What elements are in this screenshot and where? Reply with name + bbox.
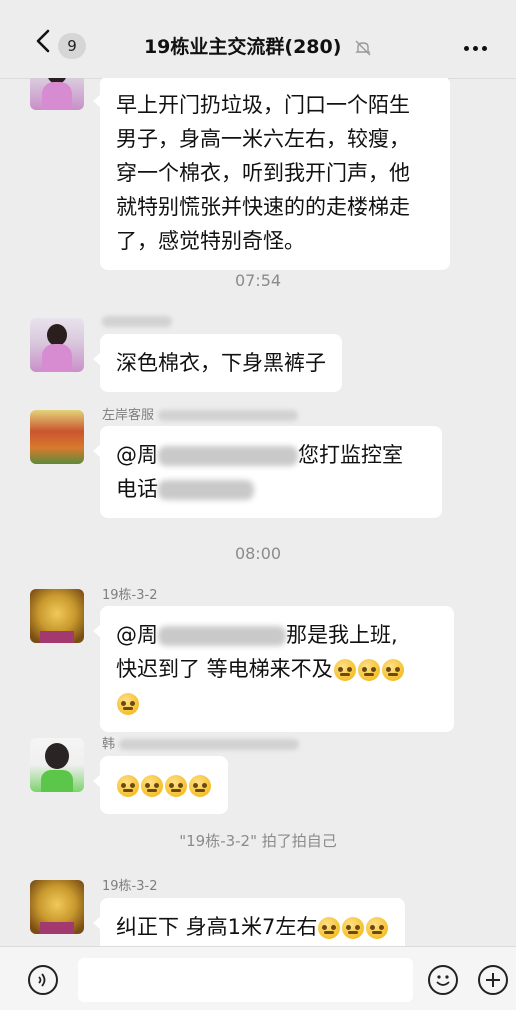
avatar[interactable] (30, 738, 84, 792)
sender-name: 左岸客服 (102, 404, 299, 423)
message-line: @周 那是我上班, (116, 618, 438, 652)
blurred-name (119, 739, 300, 750)
blurred-name (102, 316, 172, 327)
voice-button[interactable] (28, 965, 58, 995)
message-bubble[interactable]: 早上开门扔垃圾，门口一个陌生 男子，身高一米六左右，较瘦， 穿一个棉衣，听到我开… (93, 78, 450, 270)
avatar[interactable] (30, 410, 84, 464)
message-line (116, 686, 438, 720)
message-input[interactable] (78, 958, 413, 1002)
emoji-icon (189, 775, 211, 797)
input-bar (0, 946, 516, 1010)
message-bubble[interactable]: @周 那是我上班, 快迟到了 等电梯来不及 (93, 606, 454, 732)
emoji-button[interactable] (428, 965, 458, 995)
message-line: 电话 (116, 472, 426, 506)
emoji-icon (117, 693, 139, 715)
mention-text: @周 (116, 623, 158, 647)
blurred-text (158, 446, 298, 466)
chat-title-wrap: 19栋业主交流群(280) (0, 32, 516, 59)
emoji-icon (381, 659, 404, 681)
emoji-icon (318, 917, 341, 939)
blurred-name (158, 410, 299, 421)
sender-name-text: 韩 (102, 737, 116, 752)
mute-bell-icon (355, 40, 371, 55)
emoji-icon (366, 917, 389, 939)
avatar[interactable] (30, 318, 84, 372)
emoji-icon (141, 775, 163, 797)
message-bubble[interactable]: 纠正下 身高1米7左右 (92, 898, 406, 946)
sender-name-text: 左岸客服 (102, 408, 155, 423)
more-dot (473, 46, 478, 51)
message-line: 穿一个棉衣，听到我开门声，他 (116, 161, 410, 185)
message-line: @周 您打监控室 (116, 438, 426, 472)
avatar[interactable] (30, 880, 84, 934)
message-text: 您打监控室 (298, 443, 403, 467)
avatar[interactable] (30, 78, 84, 110)
message-text: 电话 (116, 477, 158, 501)
timestamp: 07:54 (234, 271, 282, 290)
sender-name: 19栋-3-2 (102, 879, 158, 894)
voice-icon (38, 973, 46, 987)
plus-button[interactable] (478, 965, 508, 995)
message-line: 就特别慌张并快速的的走楼梯走 (116, 195, 410, 219)
blurred-text (158, 480, 254, 500)
emoji-icon (436, 975, 450, 986)
avatar[interactable] (30, 589, 84, 643)
message-line: 早上开门扔垃圾，门口一个陌生 (116, 93, 410, 117)
message-line: 快迟到了 等电梯来不及 (116, 652, 438, 686)
emoji-icon (333, 659, 356, 681)
emoji-icon (117, 775, 139, 797)
mention-text: @周 (116, 443, 158, 467)
timestamp: 08:00 (234, 544, 282, 563)
sender-name: 19栋-3-2 (102, 588, 158, 603)
message-text: 深色棉衣，下身黑裤子 (116, 351, 326, 375)
message-text: 那是我上班, (286, 623, 398, 647)
chat-title: 19栋业主交流群(280) (143, 36, 342, 58)
sender-name: 韩 (102, 733, 300, 752)
message-list[interactable]: 早上开门扔垃圾，门口一个陌生 男子，身高一米六左右，较瘦， 穿一个棉衣，听到我开… (0, 78, 516, 946)
emoji-icon (165, 775, 187, 797)
chat-header: 9 19栋业主交流群(280) (0, 0, 516, 79)
message-bubble[interactable]: 深色棉衣，下身黑裤子 (93, 334, 342, 392)
emoji-icon (357, 659, 380, 681)
message-text: 纠正下 身高1米7左右 (116, 915, 318, 939)
plus-icon (486, 973, 500, 987)
more-dots-icon (464, 46, 469, 51)
message-bubble[interactable] (93, 756, 228, 814)
more-dot (482, 46, 487, 51)
emoji-icon (342, 917, 365, 939)
more-button[interactable] (464, 36, 494, 51)
message-line: 男子，身高一米六左右，较瘦， (116, 127, 410, 151)
blurred-text (158, 626, 286, 646)
message-text: 快迟到了 等电梯来不及 (116, 657, 333, 681)
system-message: "19栋-3-2" 拍了拍自己 (179, 832, 337, 850)
message-bubble[interactable]: @周 您打监控室 电话 (93, 426, 442, 518)
sender-name (102, 314, 172, 329)
message-line: 了，感觉特别奇怪。 (116, 229, 305, 253)
